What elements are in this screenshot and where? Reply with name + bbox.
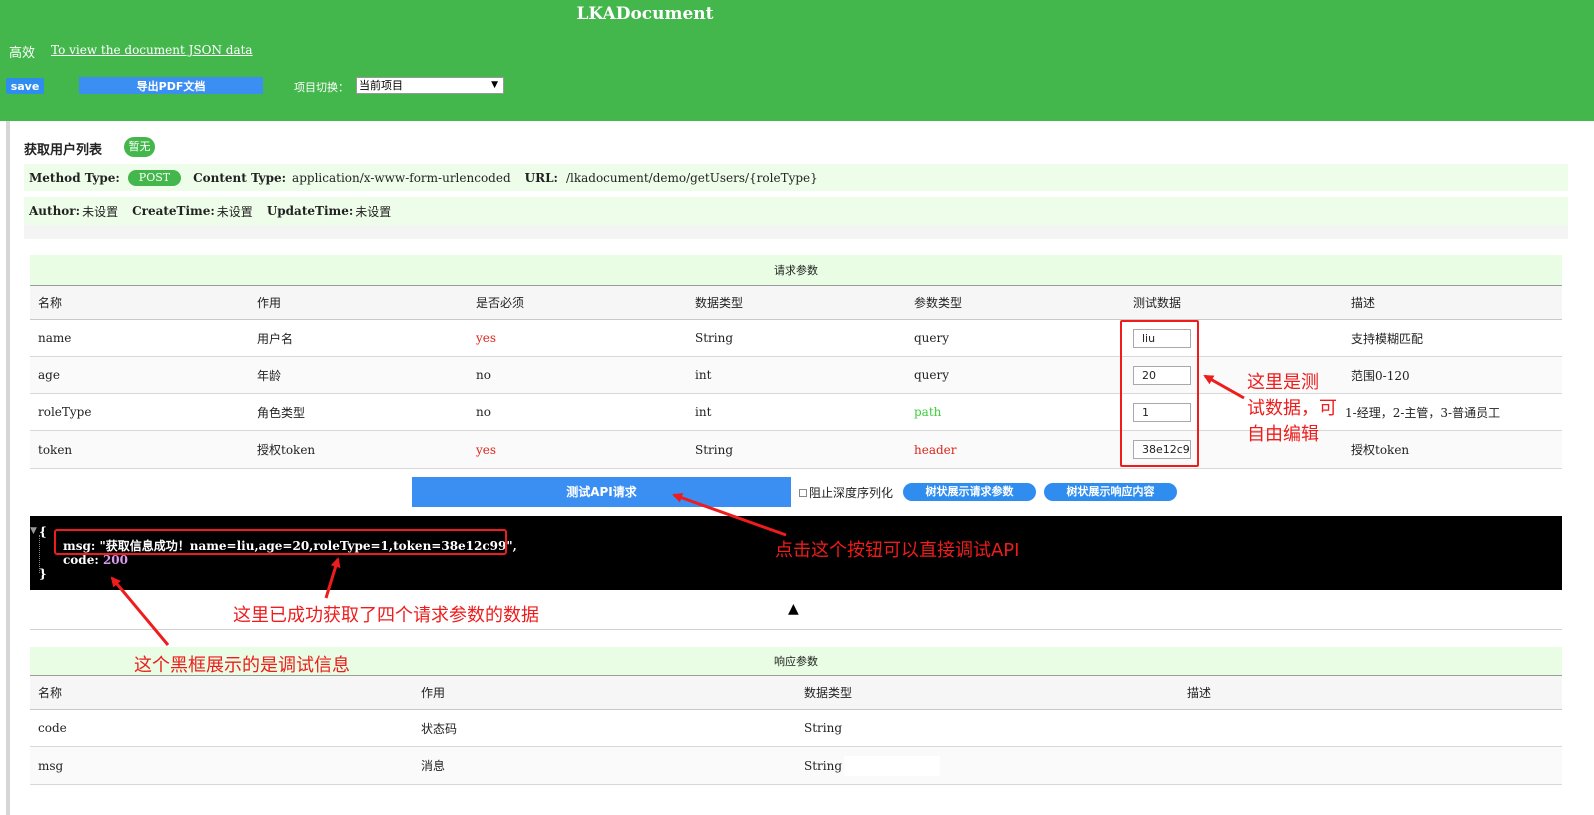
param-required: no (476, 405, 491, 419)
col-name: 名称 (38, 296, 63, 310)
prevent-deep-serialize[interactable]: 阻止深度序列化 (799, 484, 893, 501)
method-badge: POST (127, 169, 182, 186)
update-time-value: 未设置 (355, 204, 392, 219)
param-description: 1-经理，2-主管，3-普通员工 (1345, 405, 1501, 420)
export-pdf-button[interactable]: 导出PDF文档 (79, 77, 263, 94)
app-header: LKADocument 高效 To view the document JSON… (0, 0, 1594, 121)
collapse-toggle-icon[interactable]: ▼ (30, 526, 37, 536)
resp-description (1179, 747, 1187, 784)
content-type-value: application/x-www-form-urlencoded (292, 170, 511, 185)
col-param-type: 参数类型 (914, 296, 963, 310)
response-table-header: 名称 作用 数据类型 描述 (30, 676, 1562, 710)
table-row: name 用户名 yes String query liu 支持模糊匹配 (30, 320, 1562, 357)
author-value: 未设置 (82, 204, 119, 219)
col-description: 描述 (1187, 686, 1212, 700)
divider (30, 629, 1562, 630)
prevent-deep-label: 阻止深度序列化 (809, 486, 894, 500)
tree-request-button[interactable]: 树状展示请求参数 (903, 483, 1036, 501)
view-json-link[interactable]: To view the document JSON data (51, 43, 253, 57)
msg-highlight-box (54, 529, 507, 555)
api-meta-row: Author: 未设置 CreateTime: 未设置 UpdateTime: … (24, 197, 1568, 225)
checkbox-icon[interactable] (799, 488, 807, 497)
param-description: 范围0-120 (1351, 368, 1410, 383)
param-type: query (914, 368, 950, 382)
annotation-test-data: 这里是测 试数据，可 自由编辑 (1247, 372, 1337, 445)
resp-data-type: String (796, 710, 941, 746)
param-type: header (914, 442, 957, 457)
param-required: no (476, 368, 491, 382)
param-purpose: 年龄 (257, 368, 282, 383)
request-params-caption: 请求参数 (30, 255, 1562, 286)
app-title: LKADocument (576, 4, 714, 24)
project-select[interactable]: 当前项目 ▼ (356, 77, 504, 94)
json-code-line: code: 200 (63, 553, 128, 567)
content-type-label: Content Type: (193, 170, 287, 185)
api-badge: 暂无 (124, 137, 155, 157)
test-api-button[interactable]: 测试API请求 (412, 477, 791, 507)
api-title: 获取用户列表 (24, 143, 103, 158)
dropdown-arrow-icon: ▼ (491, 80, 498, 90)
method-label: Method Type: (29, 170, 120, 185)
annotation-got-params: 这里已成功获取了四个请求参数的数据 (233, 605, 539, 626)
json-open-brace: { (39, 525, 47, 539)
col-required: 是否必须 (476, 296, 525, 310)
resp-name: msg (38, 758, 64, 773)
param-description: 支持模糊匹配 (1351, 331, 1424, 346)
json-code-value: 200 (102, 553, 129, 567)
param-name: name (38, 331, 72, 345)
left-border (6, 121, 10, 815)
json-code-key: code: (63, 553, 99, 567)
create-time-label: CreateTime: (132, 204, 215, 218)
col-description: 描述 (1351, 296, 1376, 310)
param-purpose: 角色类型 (257, 405, 306, 420)
param-type: path (914, 405, 942, 419)
url-label: URL: (524, 170, 558, 185)
test-data-highlight-box (1120, 320, 1199, 467)
col-purpose: 作用 (421, 686, 446, 700)
param-purpose: 授权token (257, 443, 316, 457)
save-button[interactable]: save (6, 78, 44, 94)
param-data-type: String (695, 442, 734, 457)
param-purpose: 用户名 (257, 331, 294, 346)
param-name: token (38, 442, 73, 457)
url-value: /lkadocument/demo/getUsers/{roleType} (565, 170, 818, 185)
col-name: 名称 (38, 686, 63, 700)
resp-data-type: String (796, 747, 941, 784)
param-required: yes (476, 442, 497, 457)
request-table-header: 名称 作用 是否必须 数据类型 参数类型 测试数据 描述 (30, 286, 1562, 320)
resp-purpose: 状态码 (421, 721, 458, 736)
col-data-type: 数据类型 (695, 296, 744, 310)
project-switch-label: 项目切换： (294, 81, 349, 94)
annotation-black-box: 这个黑框展示的是调试信息 (134, 655, 350, 676)
author-label: Author: (29, 204, 81, 218)
api-method-row: Method Type: POST Content Type: applicat… (24, 164, 1568, 191)
table-row: msg 消息 String (30, 747, 1562, 785)
resp-purpose: 消息 (421, 759, 446, 773)
param-name: roleType (38, 405, 92, 419)
param-type: query (914, 331, 950, 345)
create-time-value: 未设置 (216, 204, 253, 219)
resp-name: code (38, 721, 67, 735)
collapse-up-icon[interactable]: ▲ (788, 601, 799, 617)
json-close-brace: } (39, 567, 47, 581)
col-purpose: 作用 (257, 296, 282, 310)
param-data-type: int (695, 368, 712, 382)
tree-response-button[interactable]: 树状展示响应内容 (1044, 483, 1177, 501)
section-separator (24, 225, 1568, 239)
project-select-value: 当前项目 (359, 79, 403, 92)
param-data-type: String (695, 331, 734, 345)
param-description: 授权token (1351, 443, 1410, 457)
table-row: code 状态码 String (30, 710, 1562, 747)
param-required: yes (476, 331, 497, 345)
col-test-data: 测试数据 (1133, 296, 1182, 310)
resp-description (1179, 710, 1187, 746)
param-name: age (38, 368, 60, 382)
update-time-label: UpdateTime: (266, 204, 354, 218)
col-data-type: 数据类型 (804, 686, 853, 700)
param-data-type: int (695, 405, 712, 419)
brand-text: 高效 (9, 46, 36, 61)
annotation-click-button: 点击这个按钮可以直接调试API (775, 540, 1020, 561)
